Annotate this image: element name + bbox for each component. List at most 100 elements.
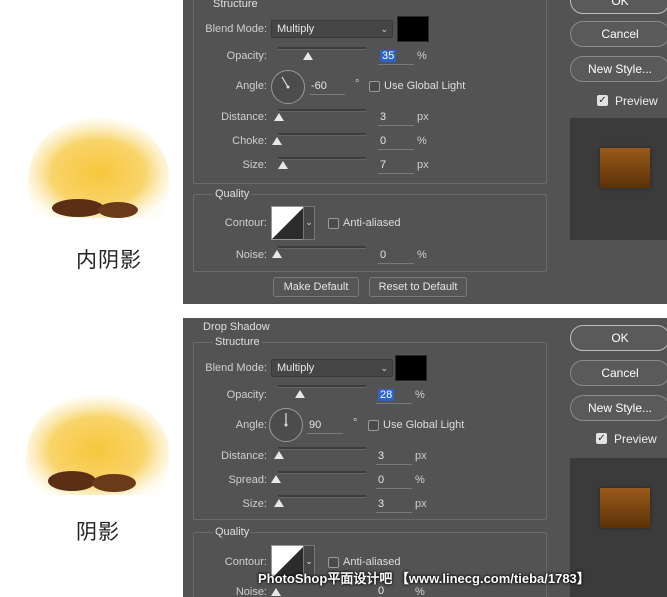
noise-input[interactable]: 0 — [378, 249, 414, 264]
size-label: Size: — [242, 498, 267, 510]
opacity-slider-thumb[interactable] — [303, 52, 313, 60]
blend-mode-select[interactable]: Multiply ⌄ — [271, 20, 393, 38]
anti-aliased-label: Anti-aliased — [343, 556, 401, 568]
noise-unit: % — [415, 586, 425, 597]
ok-button[interactable]: OK — [570, 325, 667, 351]
cancel-button[interactable]: Cancel — [570, 21, 667, 47]
make-default-button[interactable]: Make Default — [273, 277, 359, 297]
angle-unit: ° — [355, 78, 360, 90]
spread-input[interactable]: 0 — [376, 474, 412, 489]
blend-mode-select[interactable]: Multiply ⌄ — [271, 359, 393, 377]
distance-slider-thumb[interactable] — [274, 451, 284, 459]
blend-mode-value: Multiply — [277, 362, 315, 374]
spread-unit: % — [415, 474, 425, 486]
chevron-down-icon[interactable]: ⌄ — [303, 206, 315, 240]
noise-slider-thumb[interactable] — [272, 250, 282, 258]
distance-slider-track[interactable] — [278, 109, 366, 112]
new-style-button[interactable]: New Style... — [570, 395, 667, 421]
distance-input[interactable]: 3 — [376, 450, 412, 465]
size-label: Size: — [242, 159, 267, 171]
choke-input[interactable]: 0 — [378, 135, 414, 150]
distance-unit: px — [415, 450, 427, 462]
size-slider-thumb[interactable] — [278, 161, 288, 169]
anti-aliased-checkbox[interactable] — [328, 218, 339, 229]
noise-label: Noise: — [235, 586, 267, 597]
blend-mode-value: Multiply — [277, 23, 315, 35]
angle-dial[interactable] — [271, 70, 305, 104]
distance-unit: px — [417, 111, 429, 123]
chevron-down-icon: ⌄ — [380, 24, 388, 34]
angle-input[interactable]: 90 — [307, 419, 343, 434]
opacity-input[interactable]: 28 — [376, 389, 412, 404]
new-style-button[interactable]: New Style... — [570, 56, 667, 82]
preview-area — [570, 118, 667, 240]
distance-slider-thumb[interactable] — [274, 113, 284, 121]
opacity-input[interactable]: 35 — [378, 50, 414, 65]
distance-input[interactable]: 3 — [378, 111, 414, 126]
anti-aliased-checkbox[interactable] — [328, 557, 339, 568]
spread-label: Spread: — [228, 474, 267, 486]
distance-label: Distance: — [221, 111, 267, 123]
use-global-light-checkbox[interactable] — [369, 81, 380, 92]
preview-swatch — [600, 148, 650, 188]
structure-title: Structure — [213, 0, 258, 10]
quality-title: Quality — [213, 526, 252, 538]
opacity-slider-thumb[interactable] — [295, 390, 305, 398]
size-slider-track[interactable] — [278, 157, 366, 160]
reset-to-default-button[interactable]: Reset to Default — [369, 277, 467, 297]
use-global-light-checkbox[interactable] — [368, 420, 379, 431]
preview-swatch — [600, 488, 650, 528]
chevron-down-icon: ⌄ — [380, 363, 388, 373]
size-input[interactable]: 3 — [376, 498, 412, 513]
size-input[interactable]: 7 — [378, 159, 414, 174]
inner-shadow-caption: 内阴影 — [76, 248, 142, 272]
drop-shadow-caption: 阴影 — [76, 520, 120, 544]
size-unit: px — [415, 498, 427, 510]
fur-ball-illustration-bottom — [25, 394, 169, 495]
opacity-label: Opacity: — [226, 389, 267, 401]
size-unit: px — [417, 159, 429, 171]
angle-label: Angle: — [235, 80, 267, 92]
checkmark-icon[interactable]: ✓ — [597, 95, 608, 106]
drop-shadow-title: Drop Shadow — [203, 321, 270, 333]
contour-preview[interactable] — [271, 206, 305, 240]
preview-label: Preview — [614, 432, 657, 446]
choke-unit: % — [417, 135, 427, 147]
opacity-unit: % — [417, 50, 427, 62]
spread-slider-thumb[interactable] — [271, 475, 281, 483]
opacity-slider-track[interactable] — [278, 385, 366, 388]
opacity-label: Opacity: — [226, 50, 267, 62]
checkmark-icon[interactable]: ✓ — [596, 433, 607, 444]
choke-slider-thumb[interactable] — [272, 137, 282, 145]
noise-label: Noise: — [235, 249, 267, 261]
choke-label: Choke: — [232, 135, 267, 147]
noise-unit: % — [417, 249, 427, 261]
shadow-color-swatch[interactable] — [397, 16, 429, 42]
distance-label: Distance: — [221, 450, 267, 462]
noise-slider-track[interactable] — [278, 246, 366, 249]
blend-mode-label: Blend Mode: — [205, 362, 267, 374]
ok-button[interactable]: OK — [570, 0, 667, 14]
angle-input[interactable]: -60 — [309, 80, 345, 95]
watermark: PhotoShop平面设计吧 【www.linecg.com/tieba/178… — [258, 571, 590, 586]
angle-dial[interactable] — [269, 408, 303, 442]
contour-label: Contour: — [224, 217, 267, 229]
angle-unit: ° — [353, 417, 358, 429]
noise-slider-thumb[interactable] — [271, 588, 281, 596]
structure-title: Structure — [213, 336, 262, 348]
contour-label: Contour: — [224, 556, 267, 568]
quality-title: Quality — [213, 188, 252, 200]
opacity-slider-track[interactable] — [278, 47, 366, 50]
opacity-unit: % — [415, 389, 425, 401]
spread-slider-track[interactable] — [278, 471, 366, 474]
choke-slider-track[interactable] — [278, 133, 366, 136]
size-slider-thumb[interactable] — [274, 499, 284, 507]
blend-mode-label: Blend Mode: — [205, 23, 267, 35]
anti-aliased-label: Anti-aliased — [343, 217, 401, 229]
distance-slider-track[interactable] — [278, 447, 366, 450]
size-slider-track[interactable] — [278, 495, 366, 498]
angle-label: Angle: — [235, 419, 267, 431]
preview-label: Preview — [615, 94, 658, 108]
shadow-color-swatch[interactable] — [395, 355, 427, 381]
cancel-button[interactable]: Cancel — [570, 360, 667, 386]
